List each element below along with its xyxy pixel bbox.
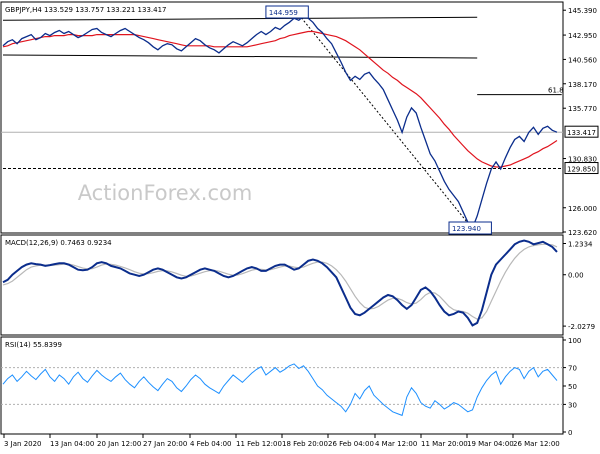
price-tick-label: 129.850 xyxy=(567,166,596,174)
rsi-tick-label: 100 xyxy=(568,337,581,345)
macd-panel-title: MACD(12,26,9) 0.7463 0.9234 xyxy=(5,239,112,247)
time-tick-label: 13 Jan 04:00 xyxy=(50,440,94,448)
price-tick-label: 126.000 xyxy=(568,205,597,213)
price-tick-label: 123.620 xyxy=(568,229,597,237)
annotation-high: 144.959 xyxy=(269,9,298,17)
chart-background xyxy=(0,0,600,450)
price-tick-label: 133.417 xyxy=(567,129,596,137)
rsi-tick-label: 30 xyxy=(568,401,577,409)
chart: ActionForex.com GBPJPY,H4 133.529 133.75… xyxy=(0,0,600,450)
rsi-tick-label: 70 xyxy=(568,365,577,373)
macd-tick-label: -2.0279 xyxy=(568,323,595,331)
price-panel-title: GBPJPY,H4 133.529 133.757 133.221 133.41… xyxy=(5,6,167,14)
price-tick-label: 135.770 xyxy=(568,105,597,113)
rsi-panel-title: RSI(14) 55.8399 xyxy=(5,341,62,349)
time-tick-label: 3 Jan 2020 xyxy=(4,440,42,448)
price-tick-label: 138.170 xyxy=(568,81,597,89)
price-tick-label: 140.560 xyxy=(568,56,597,64)
rsi-tick-label: 50 xyxy=(568,383,577,391)
time-tick-label: 11 Feb 12:00 xyxy=(236,440,282,448)
fib-label: 61.8 xyxy=(548,87,564,95)
chart-svg: ActionForex.com GBPJPY,H4 133.529 133.75… xyxy=(0,0,600,450)
time-tick-label: 11 Mar 20:00 xyxy=(421,440,468,448)
time-tick-label: 19 Mar 04:00 xyxy=(467,440,514,448)
price-tick-label: 145.390 xyxy=(568,7,597,15)
time-tick-label: 26 Feb 04:00 xyxy=(328,440,374,448)
rsi-tick-label: 0 xyxy=(568,429,572,437)
time-tick-label: 18 Feb 20:00 xyxy=(282,440,328,448)
time-tick-label: 4 Feb 04:00 xyxy=(190,440,231,448)
annotation-low: 123.940 xyxy=(452,225,481,233)
time-tick-label: 20 Jan 12:00 xyxy=(97,440,141,448)
time-tick-label: 4 Mar 12:00 xyxy=(375,440,417,448)
macd-tick-label: 0.00 xyxy=(568,272,584,280)
macd-tick-label: 1.2334 xyxy=(568,240,593,248)
time-tick-label: 26 Mar 12:00 xyxy=(513,440,560,448)
watermark: ActionForex.com xyxy=(78,181,253,205)
price-tick-label: 142.950 xyxy=(568,32,597,40)
time-tick-label: 27 Jan 20:00 xyxy=(143,440,187,448)
